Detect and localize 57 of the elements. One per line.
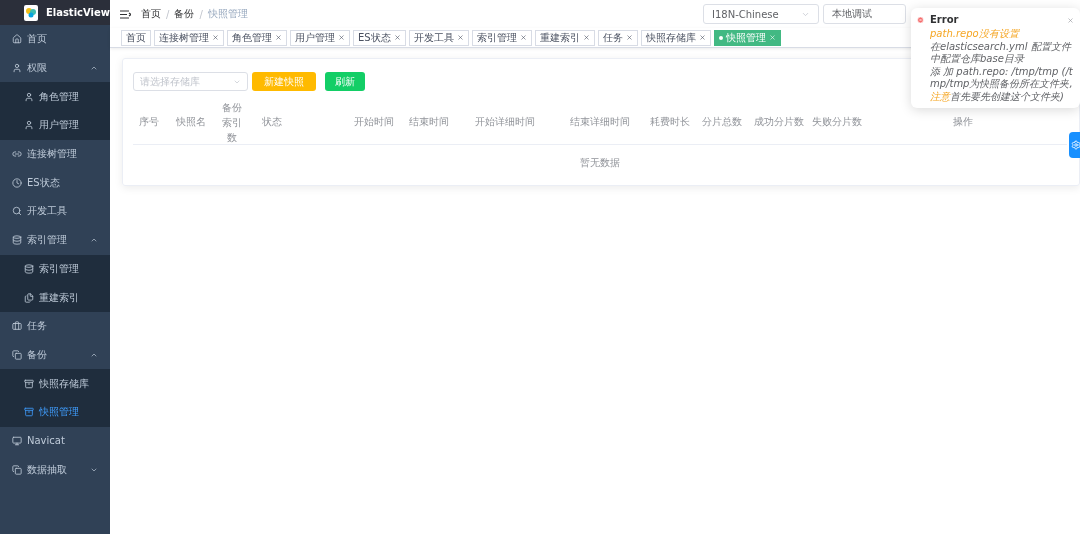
close-icon[interactable] (698, 34, 706, 41)
sidebar-subitem[interactable]: 索引管理 (0, 254, 110, 284)
sidebar-subitem[interactable]: 快照存储库 (0, 369, 110, 398)
notification-message: path.repo没有设置 (930, 28, 1021, 40)
column-header: 操作 (952, 115, 974, 129)
logo-icon (24, 4, 38, 21)
connection-select[interactable]: 本地调试 (823, 4, 906, 24)
dot-icon (718, 35, 723, 40)
notification-message: 注意首先要先创建这个文件夹) (930, 91, 1065, 103)
close-icon[interactable] (393, 34, 401, 41)
breadcrumb-separator: / (199, 8, 203, 20)
tab[interactable]: ES状态 (353, 29, 406, 46)
tab[interactable]: 快照存储库 (640, 29, 711, 46)
notification-title: Error (930, 14, 959, 25)
tab[interactable]: 重建索引 (534, 29, 595, 46)
tab[interactable]: 角色管理 (227, 29, 287, 46)
tab[interactable]: 开发工具 (408, 29, 469, 46)
breadcrumb-link[interactable]: 备份 (174, 7, 195, 21)
column-header: 结束时间 (408, 115, 450, 129)
sidebar-subitem[interactable]: 角色管理 (0, 82, 110, 112)
column-header: 状态 (261, 115, 283, 129)
column-header: 开始时间 (353, 115, 395, 129)
language-select[interactable]: I18N-Chinese (703, 4, 819, 24)
column-header: 耗费时长 (649, 115, 691, 129)
close-icon[interactable] (582, 34, 590, 41)
close-icon[interactable] (212, 34, 219, 41)
column-header: 失败分片数 (811, 115, 863, 129)
tab[interactable]: 用户管理 (290, 29, 350, 46)
tab[interactable]: 任务 (597, 29, 638, 46)
settings-icon (1071, 140, 1080, 150)
column-header: 成功分片数 (753, 115, 805, 129)
close-icon[interactable] (625, 34, 633, 41)
column-header: 结束详细时间 (569, 115, 631, 129)
empty-text: 暂无数据 (579, 156, 621, 170)
column-header: 快照名 (175, 115, 207, 129)
breadcrumb-link[interactable]: 首页 (141, 7, 161, 21)
error-icon (917, 14, 924, 26)
tab[interactable]: 连接树管理 (154, 29, 224, 46)
sidebar-subitem[interactable]: 快照管理 (0, 397, 110, 427)
app-name: ElasticView (45, 7, 110, 18)
column-header: 分片总数 (701, 115, 743, 129)
close-icon[interactable] (519, 34, 527, 41)
close-icon[interactable] (456, 34, 464, 41)
sidebar-subitem[interactable]: 用户管理 (0, 111, 110, 140)
sidebar-subitem[interactable]: 重建索引 (0, 283, 110, 312)
notification-message: 在elasticsearch.yml 配置文件中配置仓库base目录 (930, 41, 1073, 65)
notification-message: 添 加 path.repo: /tmp/tmp (/tmp/tmp为快照备份所在文件夹, (930, 66, 1074, 90)
column-header: 序号 (138, 115, 160, 129)
column-header: 备份索引数 (221, 100, 243, 145)
close-icon[interactable] (768, 34, 776, 41)
column-header: 开始详细时间 (474, 115, 536, 129)
close-icon[interactable] (338, 34, 345, 41)
tab[interactable]: 索引管理 (471, 29, 532, 46)
breadcrumb-separator: / (166, 8, 170, 20)
close-icon[interactable] (275, 34, 282, 41)
tab[interactable]: 首页 (121, 29, 151, 46)
close-icon[interactable] (1067, 17, 1074, 24)
